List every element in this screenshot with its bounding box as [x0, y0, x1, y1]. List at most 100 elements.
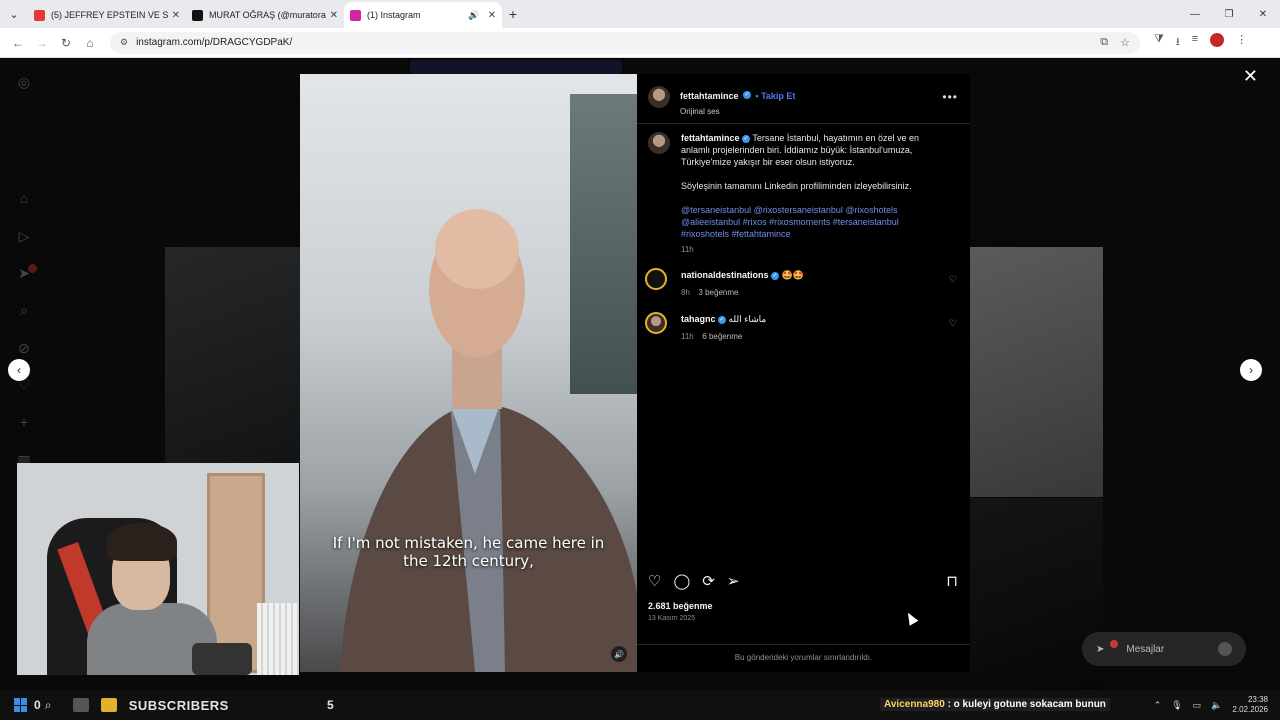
chat-message: Avicenna980 : o kuleyi gotune sokacam bu…: [880, 698, 1110, 711]
caption-time: 11h: [681, 245, 694, 254]
minimize-icon[interactable]: —: [1178, 0, 1212, 28]
comment-likes[interactable]: 6 beğenme: [702, 332, 742, 341]
microphone-icon[interactable]: 🎙: [1171, 700, 1182, 711]
caption-hashtags[interactable]: @tersaneistanbul @rixostersaneistanbul @…: [681, 204, 921, 240]
caption-author-avatar[interactable]: [648, 132, 670, 154]
file-explorer-icon[interactable]: [100, 698, 117, 712]
save-bookmark-icon[interactable]: ⊓: [946, 572, 958, 590]
radiator: [257, 603, 299, 675]
subscribers-label: SUBSCRIBERS: [128, 697, 229, 713]
verified-badge-icon: ✓: [771, 271, 780, 280]
volume-icon[interactable]: 🔊: [611, 646, 627, 662]
audio-label[interactable]: Orijinal ses: [680, 107, 795, 116]
tab-x[interactable]: MURAT OĞRAŞ (@muratoras) / ✕: [186, 2, 344, 28]
tab-title: (5) JEFFREY EPSTEIN VE SAPKIN: [51, 10, 168, 20]
tab-youtube[interactable]: (5) JEFFREY EPSTEIN VE SAPKIN ✕: [28, 2, 186, 28]
comment-likes[interactable]: 3 beğenme: [698, 288, 738, 297]
previous-post-button[interactable]: ‹: [8, 359, 30, 381]
tab-title: (1) Instagram: [367, 10, 421, 20]
system-tray: ⌃ 🎙 ▭ 🔈 23:38 2.02.2026: [1154, 690, 1268, 720]
profile-avatar-icon[interactable]: [1210, 33, 1225, 47]
commenter-username[interactable]: tahagnc: [681, 314, 716, 324]
commenter-username[interactable]: nationaldestinations: [681, 270, 769, 280]
search-icon[interactable]: ⌕: [45, 698, 61, 712]
tab-title: MURAT OĞRAŞ (@muratoras) /: [209, 10, 326, 20]
like-icon[interactable]: ♡: [648, 572, 661, 590]
network-icon[interactable]: ▭: [1193, 700, 1202, 711]
author-username[interactable]: fettahtamince: [680, 91, 739, 101]
close-tab-icon[interactable]: ✕: [172, 10, 180, 21]
like-comment-icon[interactable]: ♡: [949, 274, 957, 285]
window-controls: — ❐ ✕: [1178, 0, 1280, 28]
address-bar-row: ← → ↻ ⌂ ⚙ instagram.com/p/DRAGCYGDPaK/ ⧉…: [0, 28, 1280, 58]
close-tab-icon[interactable]: ✕: [488, 10, 496, 21]
follow-button[interactable]: • Takip Et: [755, 91, 795, 101]
share-icon[interactable]: ➢: [727, 572, 740, 590]
caption-author[interactable]: fettahtamince: [681, 133, 740, 143]
comment-text: 🤩🤩: [781, 270, 804, 280]
post-actions: ♡ ◯ ⟳ ➢ ⊓: [648, 572, 958, 590]
close-modal-icon[interactable]: ✕: [1243, 66, 1258, 87]
x-favicon-icon: [192, 9, 203, 21]
clock[interactable]: 23:38 2.02.2026: [1232, 695, 1268, 715]
back-icon[interactable]: ←: [6, 31, 30, 55]
tab-instagram[interactable]: (1) Instagram 🔊 ✕: [344, 2, 502, 28]
url-text: instagram.com/p/DRAGCYGDPaK/: [136, 37, 293, 48]
messages-label: Mesajlar: [1126, 643, 1165, 655]
tab-audio-icon[interactable]: 🔊: [468, 10, 479, 21]
instagram-favicon-icon: [350, 9, 361, 21]
author-avatar[interactable]: [648, 86, 670, 108]
bookmark-star-icon[interactable]: ☆: [1120, 36, 1130, 49]
next-post-button[interactable]: ›: [1240, 359, 1262, 381]
reading-list-icon[interactable]: ≡: [1192, 33, 1198, 52]
repost-icon[interactable]: ⟳: [702, 572, 715, 590]
restore-icon[interactable]: ❐: [1212, 0, 1246, 28]
like-comment-icon[interactable]: ♡: [949, 318, 957, 329]
site-info-icon[interactable]: ⚙: [120, 37, 128, 48]
task-view-icon[interactable]: [72, 698, 89, 712]
video-subject: [340, 209, 637, 672]
messages-button[interactable]: ➤ Mesajlar: [1082, 632, 1246, 666]
speaker-icon[interactable]: 🔈: [1211, 700, 1222, 711]
chat-text: : o kuleyi gotune sokacam bunun: [947, 699, 1106, 710]
comment-icon[interactable]: ◯: [673, 572, 690, 590]
new-tab-button[interactable]: +: [502, 3, 524, 25]
windows-start-icon[interactable]: [14, 698, 28, 712]
forward-icon[interactable]: →: [30, 31, 54, 55]
messages-avatar: [1218, 642, 1232, 656]
install-app-icon[interactable]: ⧉: [1100, 36, 1108, 49]
messages-badge: [1110, 640, 1119, 648]
comments-limited-notice: Bu gönderideki yorumlar sınırlandırıldı.: [637, 644, 970, 662]
taskbar: 0 ⌕ SUBSCRIBERS 5 Avicenna980 : o kuleyi…: [0, 690, 1280, 720]
overlay-counter: 0: [34, 698, 41, 712]
home-icon[interactable]: ⌂: [78, 31, 102, 55]
commenter-avatar[interactable]: [645, 268, 667, 290]
subtitle-line: If I'm not mistaken, he came here in: [332, 534, 605, 552]
extensions-icon[interactable]: ⧩: [1154, 33, 1164, 52]
url-input[interactable]: ⚙ instagram.com/p/DRAGCYGDPaK/ ⧉ ☆: [110, 31, 1140, 54]
close-window-icon[interactable]: ✕: [1246, 0, 1280, 28]
video-subtitle: If I'm not mistaken, he came here in the…: [300, 534, 637, 570]
comment-time: 11h: [681, 332, 694, 341]
tray-chevron-icon[interactable]: ⌃: [1154, 700, 1162, 711]
more-options-icon[interactable]: •••: [942, 90, 958, 104]
clock-date: 2.02.2026: [1232, 705, 1268, 714]
subscribers-count: 5: [327, 698, 334, 712]
downloads-icon[interactable]: ⭳: [1176, 33, 1180, 52]
reload-icon[interactable]: ↻: [54, 31, 78, 55]
follow-label: Takip Et: [761, 91, 796, 101]
post-video[interactable]: If I'm not mistaken, he came here in the…: [300, 74, 637, 672]
browser-menu-icon[interactable]: ⋮: [1236, 33, 1247, 52]
comment-time: 8h: [681, 288, 690, 297]
clock-time: 23:38: [1247, 695, 1268, 704]
commenter-avatar[interactable]: [645, 312, 667, 334]
post-caption: fettahtamince ✓ Tersane İstanbul, hayatı…: [681, 132, 921, 256]
post-header: fettahtamince ✓ • Takip Et Orijinal ses …: [637, 74, 970, 124]
verified-badge-icon: ✓: [742, 134, 751, 143]
close-tab-icon[interactable]: ✕: [330, 10, 338, 21]
verified-badge-icon: ✓: [742, 90, 751, 99]
caption-text-2: Söyleşinin tamamını Linkedin profilimind…: [681, 181, 912, 191]
comment-text: ماشاء الله: [728, 314, 767, 324]
likes-count[interactable]: 2.681 beğenme: [648, 601, 713, 611]
tab-search-chevron-icon[interactable]: ⌄: [0, 0, 28, 28]
